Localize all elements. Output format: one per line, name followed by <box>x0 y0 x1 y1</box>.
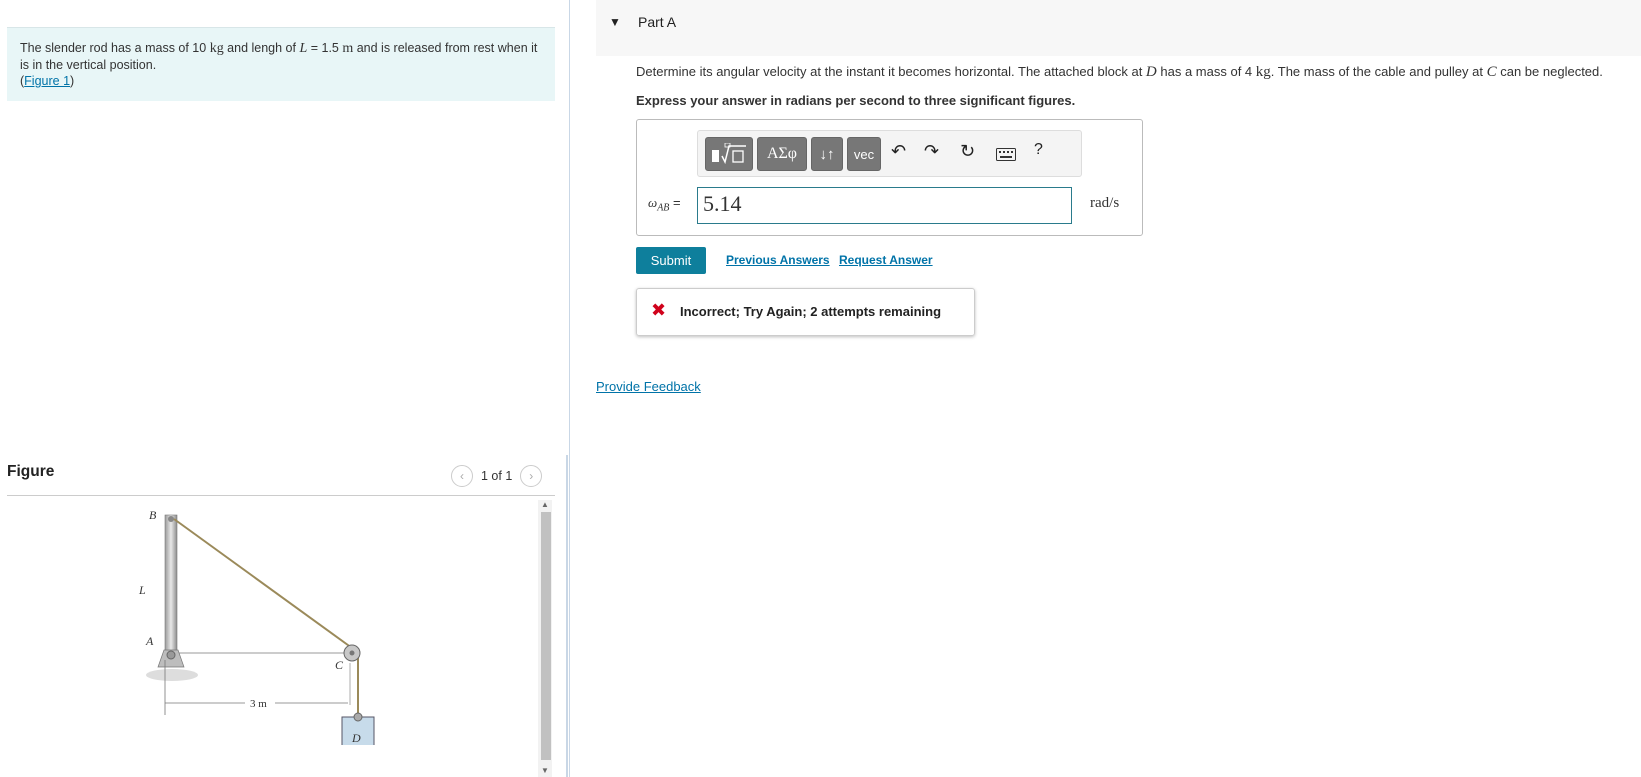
templates-icon[interactable] <box>705 137 753 171</box>
chevron-right-icon[interactable]: › <box>520 465 543 487</box>
scroll-up-icon[interactable]: ▲ <box>541 500 549 509</box>
problem-text: and lengh of <box>223 41 300 55</box>
help-button[interactable]: ? <box>1034 141 1043 159</box>
answer-box: ΑΣφ ↓↑ vec ↶ ↷ ↻ ? ωAB = 5.14 rad/s <box>636 119 1143 236</box>
request-answer-link[interactable]: Request Answer <box>839 253 933 267</box>
block-hook <box>353 712 363 722</box>
question-text: Determine its angular velocity at the in… <box>636 64 1603 81</box>
label-b: B <box>149 508 157 522</box>
mass-unit: kg <box>1255 64 1271 80</box>
label-c: C <box>335 658 344 672</box>
question-fragment: Determine its angular velocity at the in… <box>636 64 1146 79</box>
mass-unit: kg <box>209 41 224 56</box>
figure-page-count: 1 of 1 <box>481 469 513 483</box>
symbol-d: D <box>1145 64 1157 80</box>
symbol-c: C <box>1486 64 1497 80</box>
pulley-hub <box>349 650 355 656</box>
redo-icon[interactable]: ↷ <box>924 141 939 162</box>
caret-down-icon[interactable]: ▼ <box>609 15 621 29</box>
question-fragment: has a mass of 4 <box>1156 64 1256 79</box>
figure-title: Figure <box>7 463 55 480</box>
greek-symbols-button[interactable]: ΑΣφ <box>757 137 807 171</box>
length-unit: m <box>342 41 354 56</box>
previous-answers-link[interactable]: Previous Answers <box>726 253 830 267</box>
problem-statement: The slender rod has a mass of 10 kg and … <box>7 27 555 101</box>
scroll-down-icon[interactable]: ▼ <box>541 766 549 775</box>
problem-text: = 1.5 <box>307 41 343 55</box>
part-header[interactable]: ▼ Part A <box>596 0 1641 56</box>
subscript-superscript-button[interactable]: ↓↑ <box>811 137 843 171</box>
figure-link[interactable]: Figure 1 <box>24 74 70 88</box>
feedback-message: ✖ Incorrect; Try Again; 2 attempts remai… <box>636 288 975 336</box>
reset-icon[interactable]: ↻ <box>960 141 975 162</box>
keyboard-icon[interactable] <box>996 145 1016 166</box>
undo-icon[interactable]: ↶ <box>891 141 906 162</box>
feedback-text: Incorrect; Try Again; 2 attempts remaini… <box>680 304 942 319</box>
part-title: Part A <box>638 14 677 30</box>
paren: ) <box>70 74 75 88</box>
x-icon: ✖ <box>651 300 667 320</box>
label-l: L <box>138 583 146 597</box>
label-distance: 3 m <box>250 698 267 710</box>
pin-a <box>166 650 176 660</box>
pin-b <box>168 516 174 522</box>
omega-subscript: AB <box>657 202 670 214</box>
column-divider <box>566 455 568 777</box>
rod <box>164 514 178 656</box>
answer-label: ωAB = <box>648 195 681 214</box>
figure-diagram: B L A C D 3 m <box>138 508 375 745</box>
figure-scrollbar[interactable]: ▲ ▼ <box>538 500 552 777</box>
problem-text: The slender rod has a mass of 10 <box>20 41 210 55</box>
templates-icon <box>712 143 746 165</box>
label-d: D <box>351 731 361 745</box>
instruction-text: Express your answer in radians per secon… <box>636 93 1076 108</box>
chevron-left-icon[interactable]: ‹ <box>451 465 473 487</box>
column-divider <box>569 0 570 777</box>
answer-unit: rad/s <box>1090 195 1120 211</box>
ground <box>146 669 198 681</box>
submit-button[interactable]: Submit <box>636 247 706 274</box>
provide-feedback-link[interactable]: Provide Feedback <box>596 379 701 394</box>
equals-sign: = <box>669 195 681 210</box>
answer-input[interactable]: 5.14 <box>697 187 1072 224</box>
omega-symbol: ω <box>648 195 658 210</box>
label-a: A <box>145 634 154 648</box>
question-fragment: . The mass of the cable and pulley at <box>1270 64 1487 79</box>
divider <box>7 495 555 496</box>
scroll-thumb[interactable] <box>541 512 551 760</box>
question-fragment: can be neglected. <box>1496 64 1603 79</box>
figure-pager: ‹ 1 of 1 › <box>451 464 543 488</box>
vector-button[interactable]: vec <box>847 137 881 171</box>
math-toolbar: ΑΣφ ↓↑ vec ↶ ↷ ↻ ? <box>697 130 1082 177</box>
left-panel: The slender rod has a mass of 10 kg and … <box>0 0 568 777</box>
cable <box>173 518 353 649</box>
